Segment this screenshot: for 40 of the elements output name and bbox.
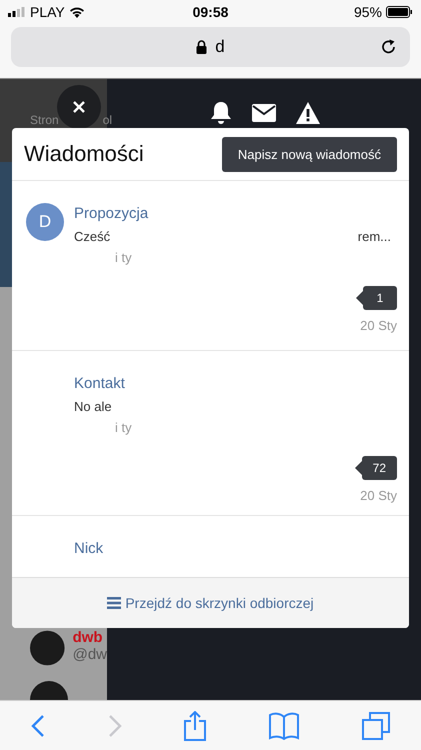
compose-button[interactable]: Napisz nową wiadomość: [222, 136, 397, 172]
message-date: 20 Sty: [360, 318, 397, 333]
page-title-text: Stron: [30, 113, 59, 127]
menu-icon: [107, 597, 122, 609]
panel-title: Wiadomości: [24, 141, 144, 167]
message-preview: rem...: [358, 228, 391, 246]
book-icon[interactable]: [269, 712, 300, 740]
carrier-name: PLAY: [30, 4, 65, 20]
bell-icon[interactable]: [210, 101, 232, 125]
message-date: 20 Sty: [360, 488, 397, 503]
page-title-text: ol: [102, 113, 112, 127]
reload-icon[interactable]: [380, 38, 398, 56]
share-icon[interactable]: [184, 710, 206, 740]
battery-icon: [386, 6, 413, 18]
message-subject[interactable]: Propozycja: [74, 203, 148, 225]
lock-icon: [196, 40, 208, 54]
envelope-icon[interactable]: [252, 104, 276, 122]
avatar: D: [26, 203, 64, 241]
avatar: [30, 629, 65, 667]
battery-percent: 95%: [354, 4, 382, 20]
url-text: d: [215, 37, 225, 57]
wifi-icon: [68, 6, 85, 18]
back-icon[interactable]: [31, 714, 46, 738]
user-name: dwb: [72, 629, 104, 646]
message-subject[interactable]: Kontakt: [74, 373, 125, 395]
inbox-link[interactable]: Przejdź do skrzynki odbiorczej: [107, 595, 314, 611]
tabs-icon[interactable]: [362, 712, 390, 740]
signal-icon: [8, 7, 26, 17]
message-item[interactable]: Kontakt No ale i ty 72 20 Sty: [12, 351, 409, 516]
clock-time: 09:58: [192, 4, 228, 20]
close-icon: [73, 101, 85, 113]
message-note: i ty: [114, 249, 132, 267]
message-subject[interactable]: Nick: [74, 538, 104, 560]
address-bar[interactable]: d: [11, 27, 410, 67]
user-handle: @dw: [72, 646, 107, 663]
message-note: i ty: [114, 419, 132, 437]
message-preview: Cześć: [74, 228, 110, 246]
message-item[interactable]: D Propozycja Cześć rem... i ty 1 20 Sty: [12, 181, 409, 351]
message-preview: No ale: [74, 398, 112, 416]
warning-icon[interactable]: [296, 102, 320, 124]
